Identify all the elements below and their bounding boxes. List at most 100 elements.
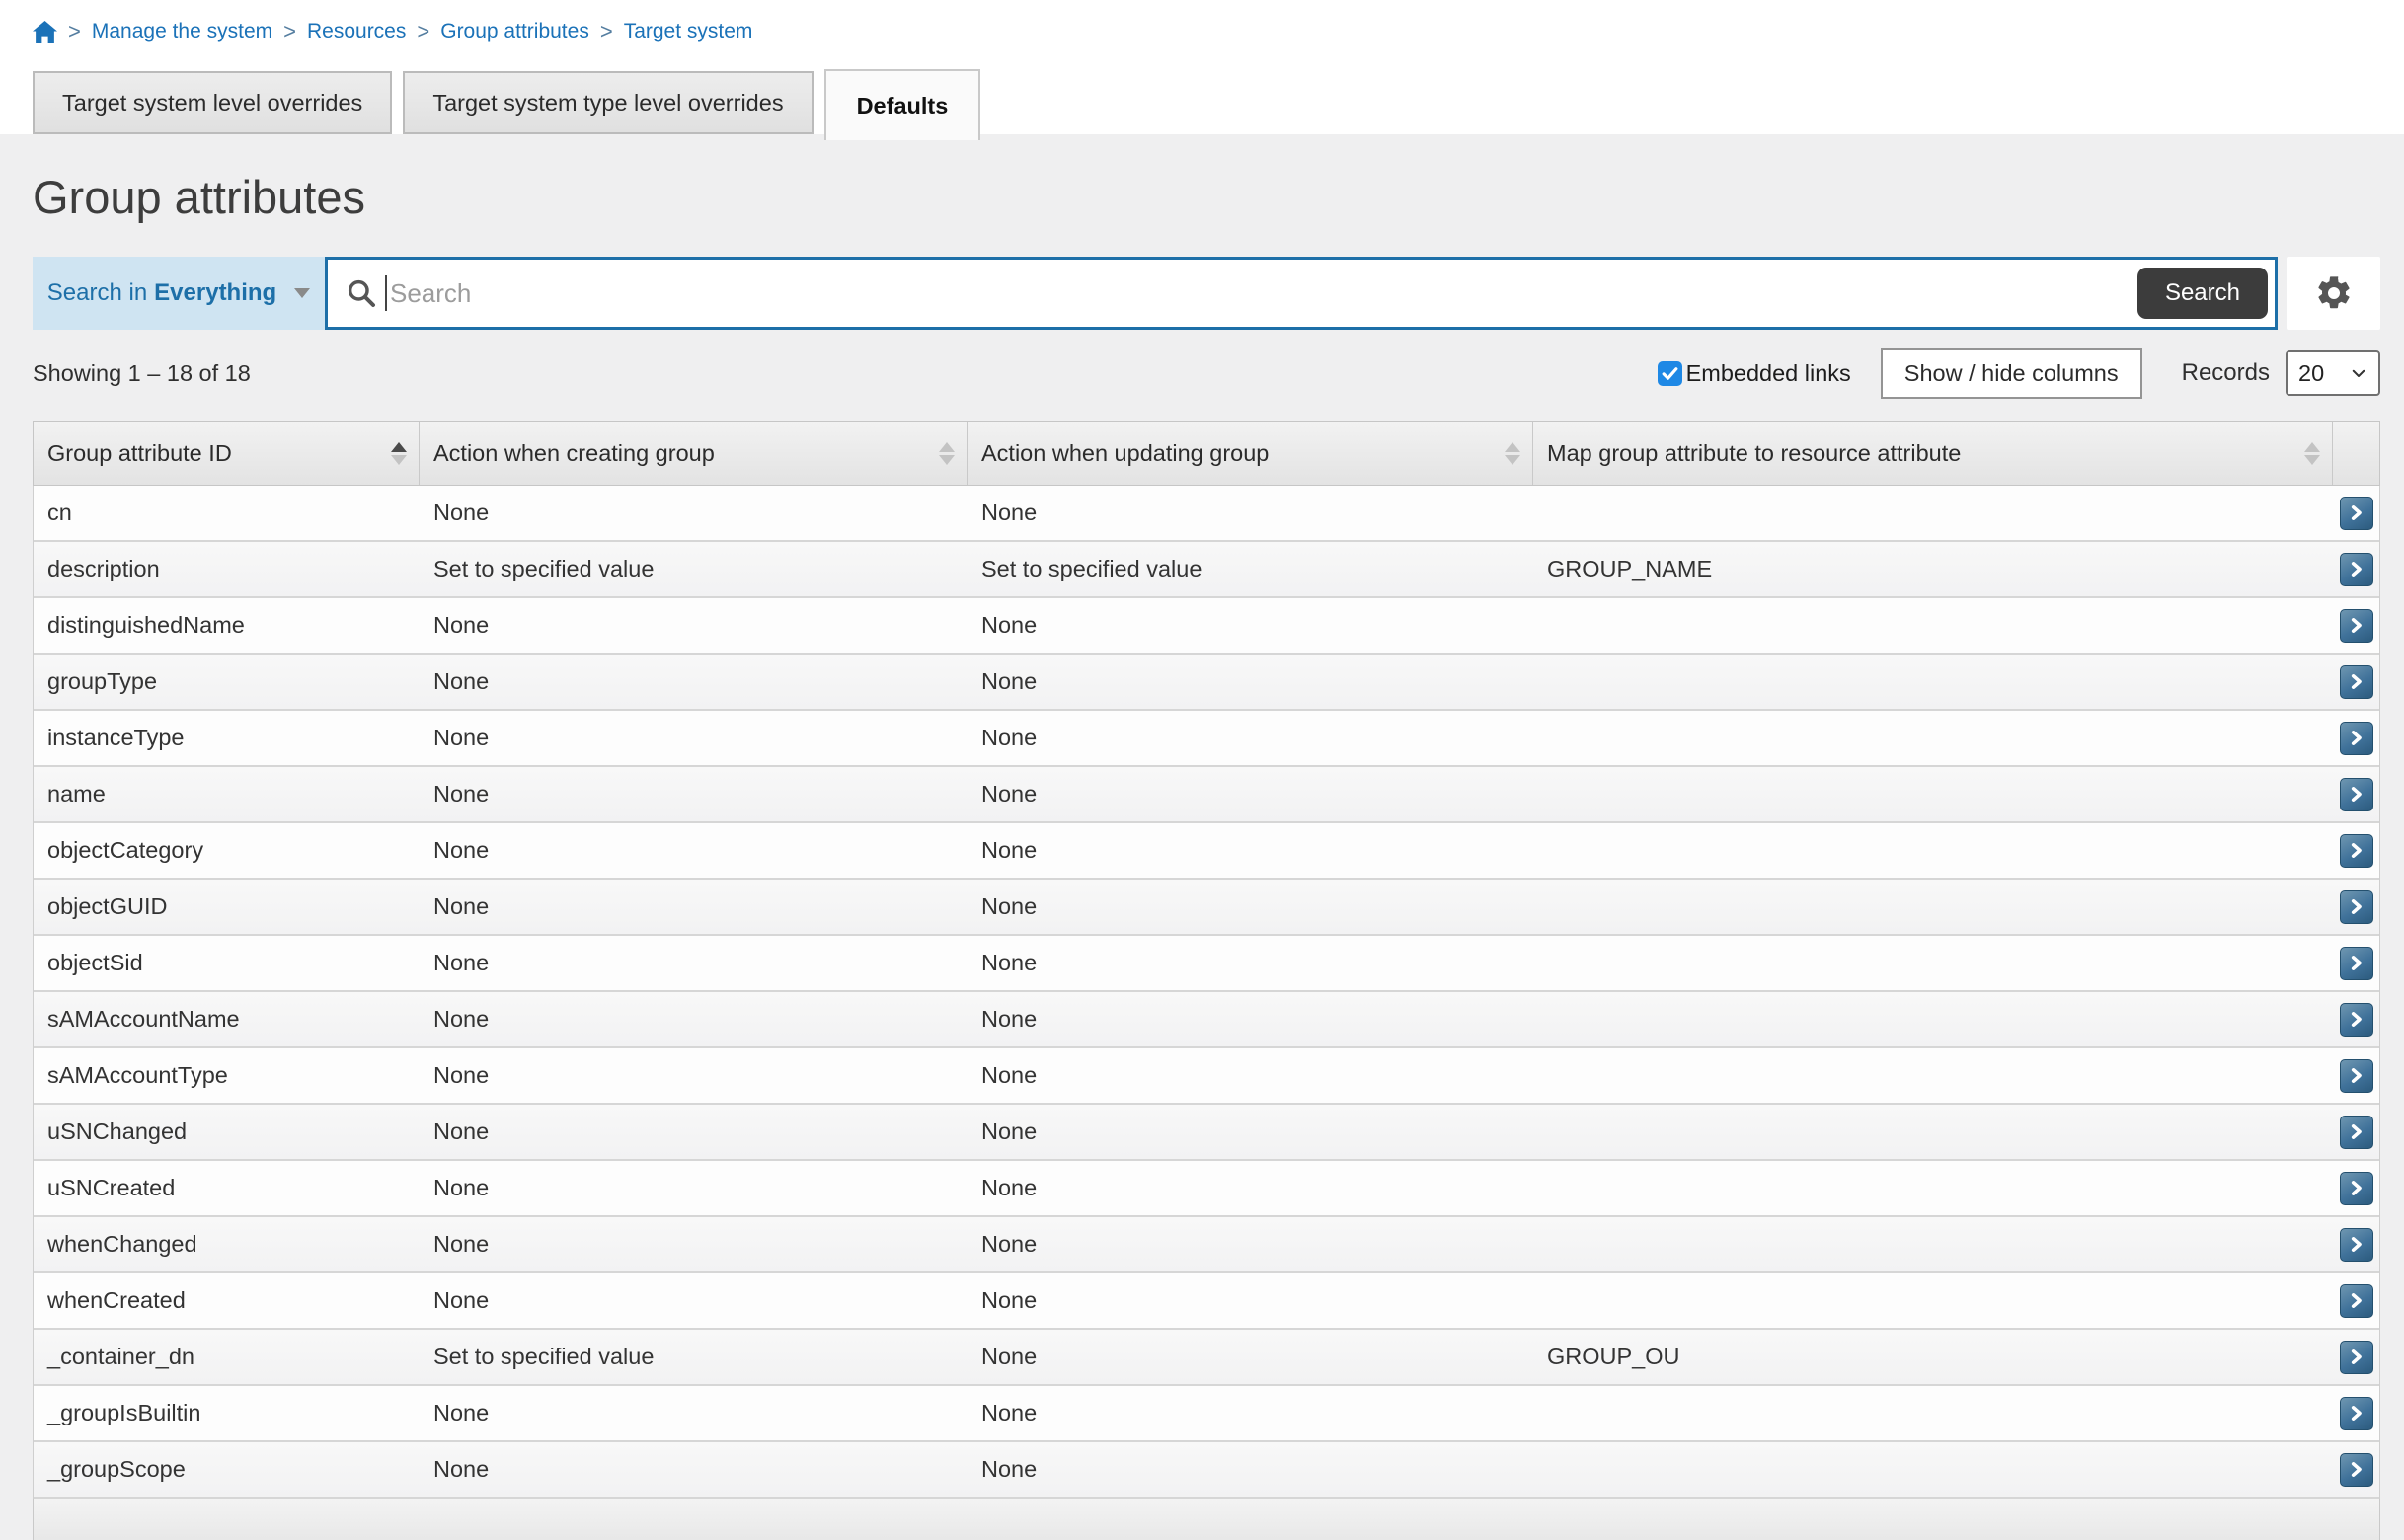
tab-defaults[interactable]: Defaults (824, 69, 981, 140)
row-detail-button[interactable] (2340, 1453, 2373, 1487)
search-settings-button[interactable] (2287, 257, 2380, 330)
cell-action-when-updating-group: None (968, 1105, 1533, 1159)
cell-map-group-attribute (1533, 1105, 2333, 1159)
cell-row-actions (2333, 711, 2379, 765)
row-detail-button[interactable] (2340, 553, 2373, 586)
cell-action-when-creating-group: None (420, 880, 968, 934)
chevron-right-icon (2348, 1236, 2365, 1253)
row-detail-button[interactable] (2340, 1172, 2373, 1205)
row-detail-button[interactable] (2340, 497, 2373, 530)
embedded-links-label: Embedded links (1686, 360, 1851, 387)
show-hide-columns-button[interactable]: Show / hide columns (1881, 348, 2142, 399)
cell-action-when-creating-group: None (420, 992, 968, 1046)
cell-map-group-attribute (1533, 1442, 2333, 1497)
row-detail-button[interactable] (2340, 890, 2373, 924)
sort-icon (391, 442, 407, 465)
chevron-right-icon (2348, 1461, 2365, 1478)
cell-action-when-updating-group: None (968, 1273, 1533, 1328)
chevron-right-icon (2348, 1405, 2365, 1422)
row-detail-button[interactable] (2340, 1003, 2373, 1037)
column-header-label: Map group attribute to resource attribut… (1547, 440, 1961, 467)
cell-action-when-updating-group: None (968, 767, 1533, 821)
cell-group-attribute-id: sAMAccountName (34, 992, 420, 1046)
chevron-right-icon (2348, 898, 2365, 915)
search-button[interactable]: Search (2137, 268, 2268, 319)
tab-target-system-level-overrides[interactable]: Target system level overrides (33, 71, 392, 134)
row-detail-button[interactable] (2340, 1284, 2373, 1318)
cell-row-actions (2333, 654, 2379, 709)
breadcrumb-link-resources[interactable]: Resources (307, 20, 406, 43)
column-header-group-attribute-id[interactable]: Group attribute ID (34, 422, 420, 485)
table-row: nameNoneNone (34, 767, 2379, 823)
cell-action-when-updating-group: None (968, 1330, 1533, 1384)
row-detail-button[interactable] (2340, 778, 2373, 811)
chevron-right-icon (2348, 1180, 2365, 1196)
triangle-down-icon (294, 288, 310, 298)
column-header-label: Group attribute ID (47, 440, 232, 467)
search-input[interactable] (390, 263, 2137, 323)
cell-map-group-attribute (1533, 880, 2333, 934)
cell-action-when-updating-group: None (968, 936, 1533, 990)
cell-map-group-attribute (1533, 1273, 2333, 1328)
row-detail-button[interactable] (2340, 834, 2373, 868)
row-detail-button[interactable] (2340, 665, 2373, 699)
cell-group-attribute-id: _groupIsBuiltin (34, 1386, 420, 1440)
attributes-table: Group attribute ID Action when creating … (33, 421, 2380, 1540)
cell-group-attribute-id: cn (34, 486, 420, 540)
row-detail-button[interactable] (2340, 1341, 2373, 1374)
cell-row-actions (2333, 1105, 2379, 1159)
tab-bar: Target system level overrides Target sys… (33, 69, 2404, 134)
breadcrumb-link-manage-the-system[interactable]: Manage the system (92, 20, 272, 43)
column-header-action-when-creating-group[interactable]: Action when creating group (420, 422, 968, 485)
table-row: _groupScopeNoneNone (34, 1442, 2379, 1499)
breadcrumb-link-target-system[interactable]: Target system (624, 20, 753, 43)
tab-target-system-type-level-overrides[interactable]: Target system type level overrides (403, 71, 813, 134)
row-detail-button[interactable] (2340, 1397, 2373, 1430)
chevron-down-icon (2350, 364, 2367, 382)
chevron-right-icon (2348, 786, 2365, 803)
table-row: whenCreatedNoneNone (34, 1273, 2379, 1330)
table-body: cnNoneNonedescriptionSet to specified va… (33, 486, 2380, 1499)
row-detail-button[interactable] (2340, 722, 2373, 755)
breadcrumb-link-group-attributes[interactable]: Group attributes (440, 20, 589, 43)
embedded-links-checkbox[interactable] (1658, 361, 1682, 386)
search-scope-dropdown[interactable]: Search in Everything (33, 257, 325, 330)
home-icon[interactable] (33, 21, 57, 43)
cell-group-attribute-id: description (34, 542, 420, 596)
records-label: Records (2182, 359, 2270, 387)
text-cursor (385, 275, 387, 311)
row-detail-button[interactable] (2340, 947, 2373, 980)
cell-action-when-creating-group: None (420, 1048, 968, 1103)
cell-action-when-updating-group: None (968, 1161, 1533, 1215)
sort-icon (939, 442, 955, 465)
cell-map-group-attribute (1533, 654, 2333, 709)
search-scope-value: Everything (154, 279, 276, 307)
chevron-right-icon (2348, 1348, 2365, 1365)
cell-map-group-attribute (1533, 598, 2333, 653)
sort-icon (1505, 442, 1520, 465)
cell-map-group-attribute (1533, 823, 2333, 878)
cell-group-attribute-id: distinguishedName (34, 598, 420, 653)
row-detail-button[interactable] (2340, 609, 2373, 643)
cell-action-when-updating-group: Set to specified value (968, 542, 1533, 596)
cell-row-actions (2333, 992, 2379, 1046)
cell-action-when-updating-group: None (968, 654, 1533, 709)
cell-group-attribute-id: _groupScope (34, 1442, 420, 1497)
cell-group-attribute-id: sAMAccountType (34, 1048, 420, 1103)
column-header-map-group-attribute[interactable]: Map group attribute to resource attribut… (1533, 422, 2333, 485)
search-icon (346, 277, 377, 309)
cell-group-attribute-id: objectGUID (34, 880, 420, 934)
cell-action-when-creating-group: None (420, 823, 968, 878)
records-select[interactable]: 20 (2286, 350, 2380, 396)
cell-group-attribute-id: uSNChanged (34, 1105, 420, 1159)
cell-map-group-attribute (1533, 1161, 2333, 1215)
row-detail-button[interactable] (2340, 1059, 2373, 1093)
cell-action-when-creating-group: None (420, 1442, 968, 1497)
cell-action-when-creating-group: None (420, 711, 968, 765)
table-row: objectGUIDNoneNone (34, 880, 2379, 936)
table-row: whenChangedNoneNone (34, 1217, 2379, 1273)
search-scope-prefix: Search in (47, 279, 147, 307)
column-header-action-when-updating-group[interactable]: Action when updating group (968, 422, 1533, 485)
row-detail-button[interactable] (2340, 1116, 2373, 1149)
row-detail-button[interactable] (2340, 1228, 2373, 1262)
